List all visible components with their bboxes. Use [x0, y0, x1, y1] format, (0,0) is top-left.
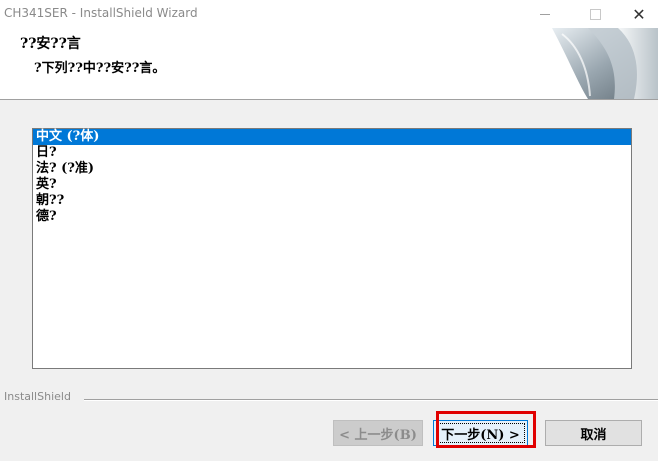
language-list-item[interactable]: 朝?? [33, 193, 631, 209]
page-title: ??安??言 [20, 36, 81, 52]
footer-divider [84, 399, 658, 401]
page-subtitle: ?下列??中??安??言。 [34, 61, 166, 76]
minimize-button[interactable] [522, 0, 568, 28]
language-list-item[interactable]: 德? [33, 209, 631, 225]
minimize-icon [540, 13, 550, 15]
close-icon: ✕ [632, 4, 646, 24]
back-button-label: < 上一步(B) [339, 427, 417, 443]
window-title: CH341SER - InstallShield Wizard [4, 6, 198, 20]
language-list-item[interactable]: 法? (?准) [33, 161, 631, 177]
back-button[interactable]: < 上一步(B) [333, 420, 423, 446]
language-listbox[interactable]: 中文 (?体) 日? 法? (?准) 英? 朝?? 德? [32, 128, 632, 369]
installshield-brand-label: InstallShield [4, 390, 71, 403]
installshield-wizard-window: CH341SER - InstallShield Wizard ✕ ??安??言… [0, 0, 658, 461]
language-list-item[interactable]: 日? [33, 145, 631, 161]
cancel-button[interactable]: 取消 [545, 420, 642, 446]
title-bar[interactable]: CH341SER - InstallShield Wizard ✕ [0, 0, 658, 28]
installshield-page-curl-graphic [552, 28, 658, 99]
language-list-item[interactable]: 中文 (?体) [33, 129, 631, 145]
maximize-button[interactable] [572, 0, 618, 28]
language-list-item[interactable]: 英? [33, 177, 631, 193]
wizard-header: ??安??言 ?下列??中??安??言。 [0, 28, 658, 100]
close-button[interactable]: ✕ [616, 0, 658, 28]
next-button[interactable]: 下一步(N) > [433, 420, 528, 446]
cancel-button-label: 取消 [580, 427, 607, 443]
next-button-label: 下一步(N) > [441, 427, 520, 443]
maximize-icon [589, 8, 601, 20]
